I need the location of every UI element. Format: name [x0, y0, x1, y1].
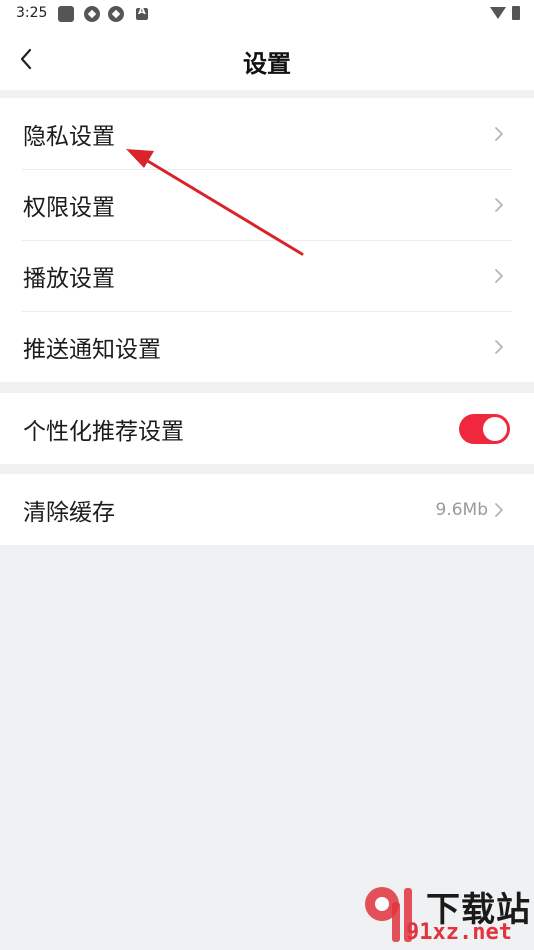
settings-row-label: 推送通知设置	[23, 336, 161, 363]
chevron-right-icon	[495, 126, 503, 141]
notification-a-icon	[136, 6, 148, 20]
chevron-right-icon	[495, 339, 503, 354]
notification-app-icon	[108, 6, 124, 22]
chevron-right-icon	[495, 197, 503, 212]
settings-row-label: 个性化推荐设置	[23, 418, 184, 445]
notification-app-icon	[84, 6, 100, 22]
settings-section-cache: 清除缓存 9.6Mb	[0, 474, 534, 545]
toggle-knob	[483, 416, 507, 441]
settings-row-label: 播放设置	[23, 265, 115, 292]
settings-row-privacy[interactable]: 隐私设置	[0, 98, 534, 169]
notification-square-icon	[58, 6, 74, 22]
personalized-recommendation-toggle[interactable]	[459, 413, 510, 444]
settings-row-label: 清除缓存	[23, 499, 115, 526]
cache-size-value: 9.6Mb	[435, 499, 489, 520]
chevron-right-icon	[495, 268, 503, 283]
settings-row-label: 权限设置	[23, 194, 115, 221]
settings-section-personalization: 个性化推荐设置	[0, 393, 534, 464]
settings-row-permissions[interactable]: 权限设置	[0, 169, 534, 240]
chevron-right-icon	[495, 502, 503, 517]
header: 设置	[0, 28, 534, 90]
settings-row-push-notifications[interactable]: 推送通知设置	[0, 311, 534, 382]
wifi-icon	[490, 7, 506, 19]
settings-row-personalized-recommendation: 个性化推荐设置	[0, 393, 534, 464]
settings-section-main: 隐私设置 权限设置 播放设置 推送通知设置	[0, 98, 534, 382]
watermark-text-bottom: 91xz.net	[406, 920, 512, 945]
status-time: 3:25	[16, 5, 48, 21]
battery-icon	[512, 6, 520, 20]
settings-row-playback[interactable]: 播放设置	[0, 240, 534, 311]
watermark: 下载站 91xz.net	[358, 880, 534, 950]
settings-row-clear-cache[interactable]: 清除缓存 9.6Mb	[0, 474, 534, 545]
settings-row-label: 隐私设置	[23, 123, 115, 150]
status-bar: 3:25	[0, 0, 534, 28]
page-title: 设置	[243, 50, 291, 78]
